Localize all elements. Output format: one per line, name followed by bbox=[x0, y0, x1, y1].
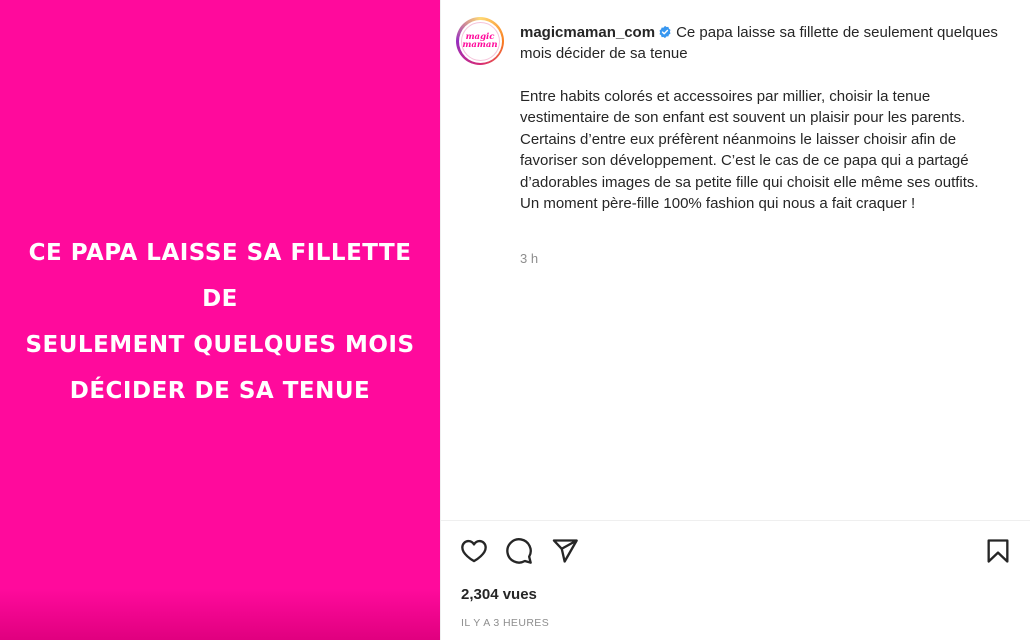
divider bbox=[441, 520, 1030, 521]
avatar[interactable]: magic maman bbox=[456, 17, 504, 65]
heart-icon bbox=[461, 539, 487, 563]
comment-icon bbox=[506, 538, 532, 564]
verified-badge-icon bbox=[659, 25, 671, 39]
comment-button[interactable] bbox=[504, 536, 534, 566]
caption-timestamp[interactable]: 3 h bbox=[520, 251, 538, 266]
media-line-2: SEULEMENT QUELQUES MOIS bbox=[25, 332, 415, 358]
post-timestamp[interactable]: IL Y A 3 HEURES bbox=[461, 617, 549, 629]
media-overlay-text: CE PAPA LAISSE SA FILLETTE DE SEULEMENT … bbox=[20, 230, 420, 414]
post-body: Entre habits colorés et accessoires par … bbox=[520, 88, 979, 213]
media-line-1: CE PAPA LAISSE SA FILLETTE DE bbox=[28, 240, 412, 312]
username-link[interactable]: magicmaman_com bbox=[520, 24, 655, 41]
save-button[interactable] bbox=[983, 536, 1013, 566]
action-bar bbox=[459, 536, 1019, 568]
post-details-panel: magic maman magicmaman_com Ce papa laiss… bbox=[440, 0, 1030, 640]
media-line-3: DÉCIDER DE SA TENUE bbox=[69, 378, 371, 404]
send-icon bbox=[552, 539, 578, 563]
post-caption-title: magicmaman_com Ce papa laisse sa fillett… bbox=[520, 22, 1000, 64]
like-button[interactable] bbox=[459, 536, 489, 566]
bookmark-icon bbox=[987, 539, 1009, 563]
views-count[interactable]: 2,304 vues bbox=[461, 586, 537, 603]
post-media[interactable]: CE PAPA LAISSE SA FILLETTE DE SEULEMENT … bbox=[0, 0, 440, 640]
avatar-logo: magic maman bbox=[460, 21, 500, 61]
share-button[interactable] bbox=[550, 536, 580, 566]
